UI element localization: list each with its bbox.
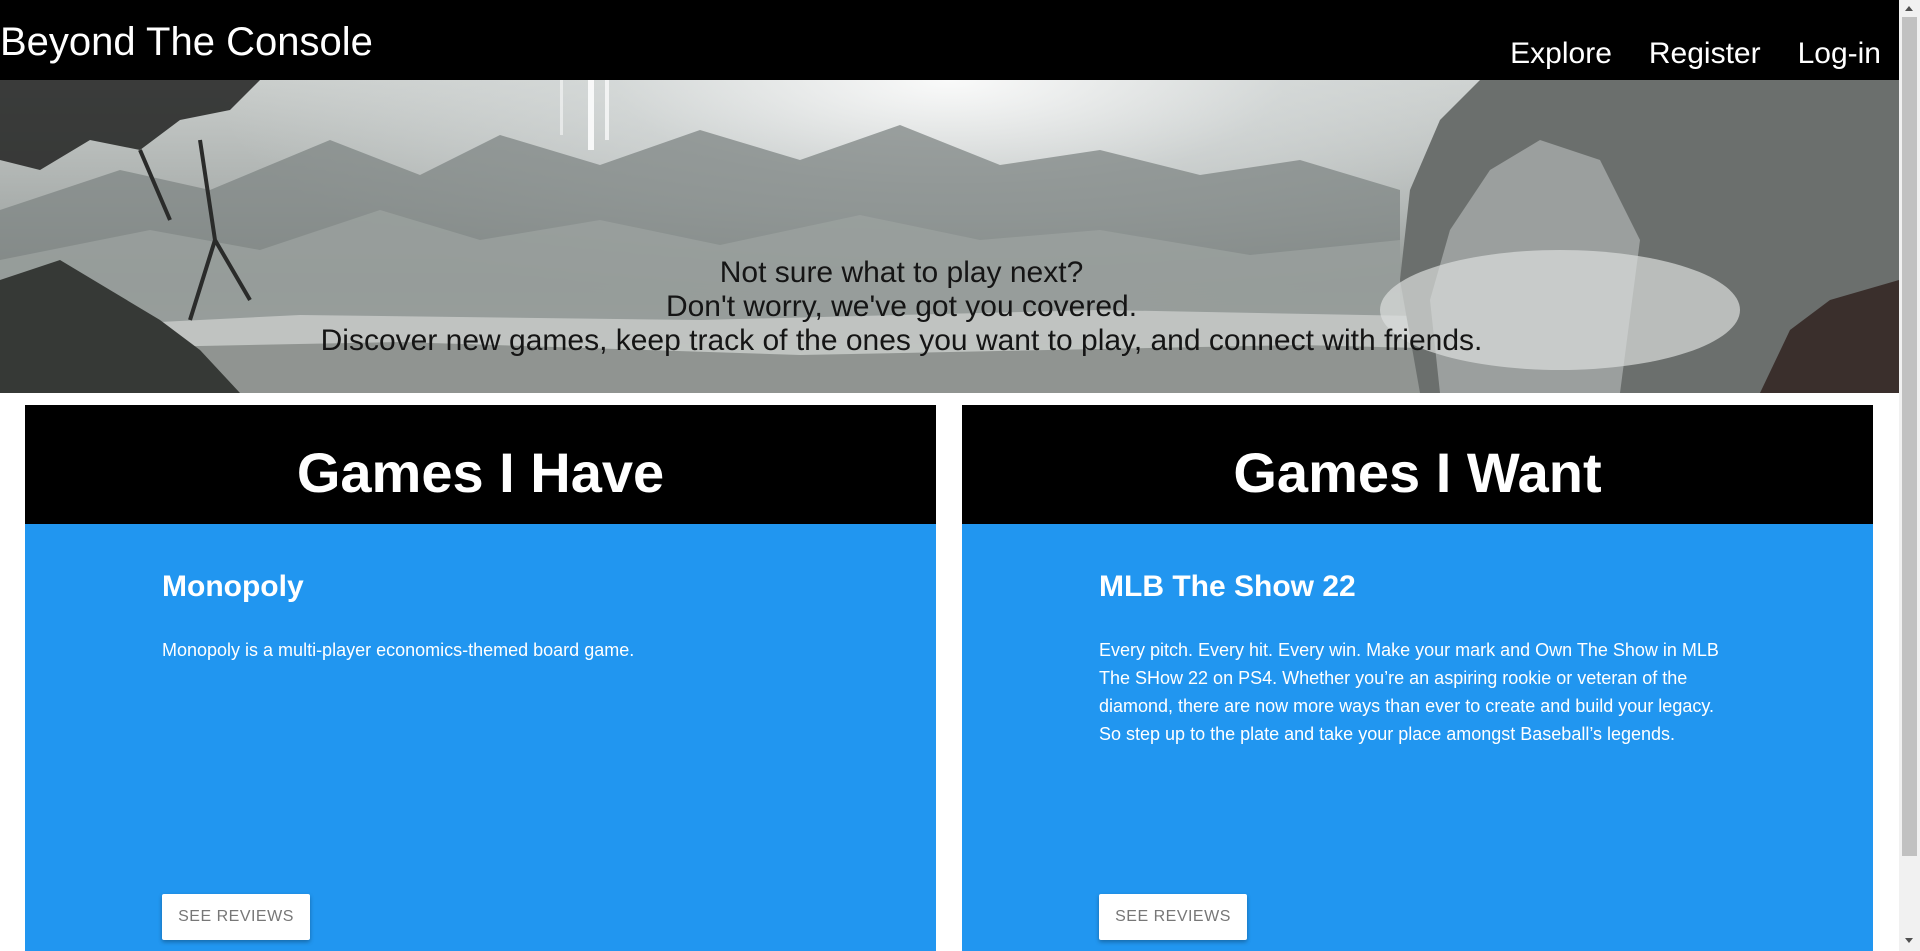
- nav-link-login[interactable]: Log-in: [1798, 34, 1881, 74]
- nav-link-register[interactable]: Register: [1649, 34, 1761, 74]
- card-header: Games I Want: [962, 405, 1873, 524]
- game-description: Monopoly is a multi-player economics-the…: [162, 640, 635, 660]
- hero-line-2: Don't worry, we've got you covered.: [665, 290, 1138, 323]
- scroll-up-arrow-icon[interactable]: [1905, 6, 1913, 11]
- games-i-have-card: Games I Have Monopoly Monopoly is a mult…: [25, 405, 936, 951]
- game-title: MLB The Show 22: [1099, 570, 1356, 603]
- nav-link-explore[interactable]: Explore: [1510, 34, 1612, 74]
- card-heading: Games I Have: [296, 441, 665, 504]
- vertical-scrollbar[interactable]: [1899, 0, 1920, 951]
- games-i-want-card: Games I Want MLB The Show 22 Every pitch…: [962, 405, 1873, 951]
- card-header: Games I Have: [25, 405, 936, 524]
- see-reviews-button[interactable]: SEE REVIEWS: [162, 894, 310, 940]
- page: Beyond The Console Explore Register Log-…: [0, 0, 1899, 951]
- hero-line-1: Not sure what to play next?: [719, 256, 1084, 289]
- scroll-down-arrow-icon[interactable]: [1905, 938, 1913, 943]
- see-reviews-button[interactable]: SEE REVIEWS: [1099, 894, 1247, 940]
- game-description: Every pitch. Every hit. Every win. Make …: [1099, 640, 1719, 744]
- hero-banner: Not sure what to play next? Don't worry,…: [0, 80, 1899, 393]
- hero-line-3: Discover new games, keep track of the on…: [320, 324, 1483, 357]
- card-heading: Games I Want: [1233, 441, 1602, 504]
- hero-tagline: Not sure what to play next? Don't worry,…: [0, 256, 1803, 358]
- site-brand[interactable]: Beyond The Console: [0, 18, 373, 66]
- scrollbar-thumb[interactable]: [1902, 17, 1917, 856]
- nav-links: Explore Register Log-in: [1510, 34, 1881, 74]
- game-title: Monopoly: [162, 570, 304, 603]
- navbar: Beyond The Console Explore Register Log-…: [0, 0, 1899, 80]
